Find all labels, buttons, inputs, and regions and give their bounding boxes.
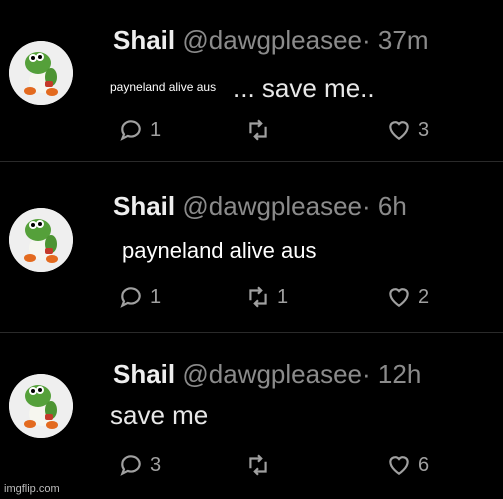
like-count: 6 [418,453,430,476]
timestamp[interactable]: · 6h [362,191,407,221]
display-name[interactable]: Shail [113,191,175,221]
user-handle[interactable]: @dawgpleasee [182,25,362,55]
user-handle[interactable]: @dawgpleasee [182,359,362,389]
reply-icon [120,455,141,476]
avatar[interactable] [9,208,73,272]
avatar[interactable] [9,41,73,105]
reply-icon [120,120,141,141]
retweet-button[interactable] [245,452,277,478]
yoshi-avatar-icon [9,208,73,272]
retweet-icon [249,454,267,476]
display-name[interactable]: Shail [113,359,175,389]
reply-count: 1 [150,118,162,141]
heart-icon [389,288,409,307]
reply-button[interactable]: 3 [118,452,161,478]
tweet-header: Shail @dawgpleasee· 12h [113,359,421,390]
like-button[interactable]: 6 [386,452,429,478]
overlay-caption: payneland alive aus [110,80,217,94]
timestamp[interactable]: · 12h [362,359,421,389]
like-button[interactable]: 2 [386,284,429,310]
heart-icon [389,456,409,475]
like-count: 2 [418,285,430,308]
retweet-icon [249,119,267,141]
like-button[interactable]: 3 [386,117,429,143]
reply-count: 1 [150,285,162,308]
tweet-text: save me [110,400,209,430]
display-name[interactable]: Shail [113,25,175,55]
tweet-text: ... save me.. [233,73,375,103]
user-handle[interactable]: @dawgpleasee [182,191,362,221]
tweet-header: Shail @dawgpleasee· 6h [113,191,407,222]
yoshi-avatar-icon [9,41,73,105]
yoshi-avatar-icon [9,374,73,438]
retweet-icon [249,286,267,308]
reply-button[interactable]: 1 [118,117,161,143]
watermark: imgflip.com [4,483,60,495]
reply-icon [120,287,141,308]
timestamp[interactable]: · 37m [362,25,428,55]
avatar[interactable] [9,374,73,438]
reply-button[interactable]: 1 [118,284,161,310]
retweet-button[interactable]: 1 [245,284,288,310]
retweet-count: 1 [277,285,289,308]
like-count: 3 [418,118,430,141]
heart-icon [389,121,409,140]
tweet-header: Shail @dawgpleasee· 37m [113,25,428,56]
overlay-caption: payneland alive aus [122,238,317,263]
retweet-button[interactable] [245,117,277,143]
reply-count: 3 [150,453,162,476]
